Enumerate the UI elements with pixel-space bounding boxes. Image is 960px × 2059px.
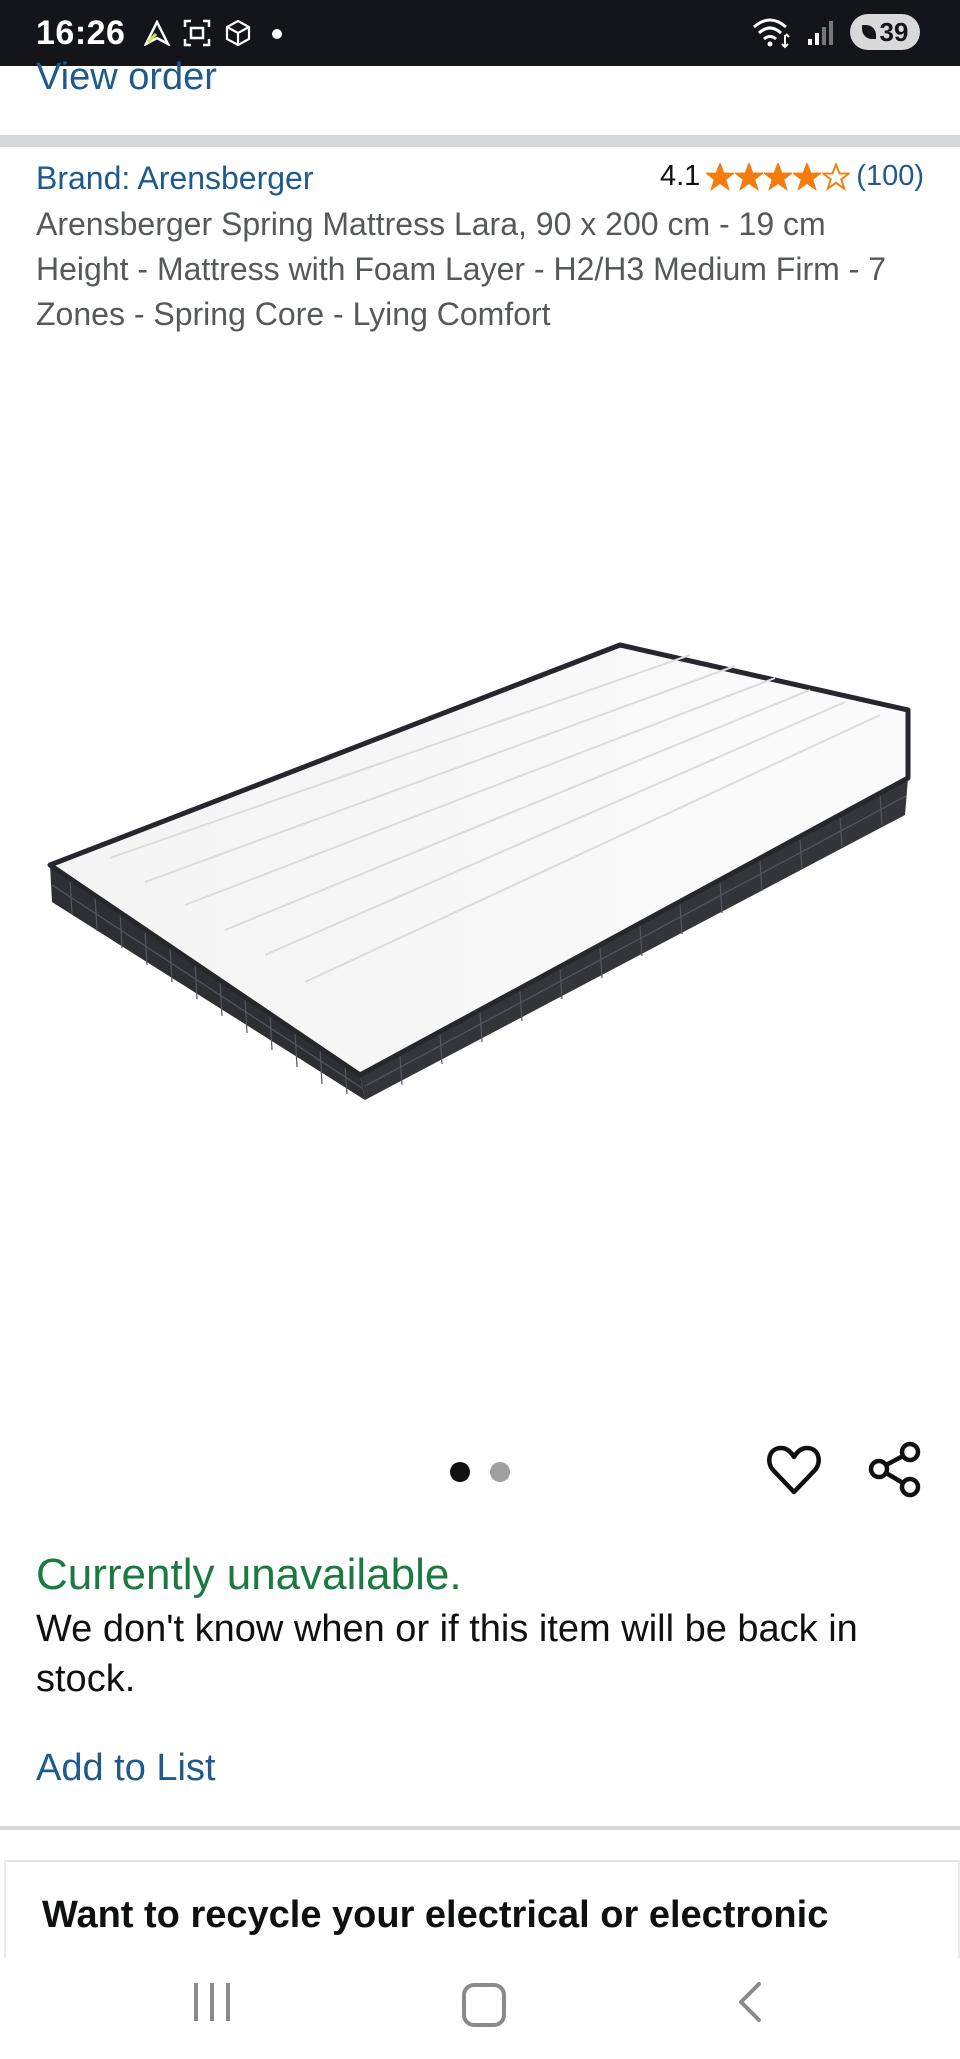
carousel-dot[interactable] <box>490 1462 510 1482</box>
brand-link[interactable]: Brand: Arensberger <box>36 160 314 197</box>
recents-icon[interactable] <box>194 1983 230 2021</box>
back-icon[interactable] <box>735 1980 765 2024</box>
star-icon <box>822 162 851 191</box>
carousel-dot-active[interactable] <box>450 1462 470 1482</box>
battery-icon: 39 <box>850 14 920 50</box>
rating-score: 4.1 <box>659 160 701 192</box>
navigation-icon <box>144 20 170 46</box>
status-icons-left <box>144 18 290 48</box>
home-icon[interactable] <box>462 1983 506 2027</box>
heart-icon[interactable] <box>765 1440 823 1498</box>
wifi-icon <box>753 18 790 49</box>
product-image[interactable] <box>0 620 960 1100</box>
screenshot-icon <box>183 19 211 47</box>
rating-count[interactable]: (100) <box>856 160 924 193</box>
section-divider <box>0 135 960 147</box>
recycle-heading[interactable]: Want to recycle your electrical or elect… <box>42 1894 828 1937</box>
share-icon[interactable] <box>866 1440 924 1498</box>
star-icon <box>764 162 793 191</box>
rating-summary[interactable]: 4.1 (100) <box>660 160 924 193</box>
section-divider <box>0 1826 960 1830</box>
status-time: 16:26 <box>36 14 126 52</box>
star-icon <box>793 162 822 191</box>
dot-icon <box>272 29 282 39</box>
star-icon <box>706 162 735 191</box>
signal-icon <box>808 21 833 45</box>
product-title: Arensberger Spring Mattress Lara, 90 x 2… <box>36 206 886 332</box>
cube-icon <box>225 19 251 47</box>
star-icon <box>735 162 764 191</box>
status-icons-right: 39 <box>752 14 920 50</box>
add-to-list-link[interactable]: Add to List <box>36 1747 216 1790</box>
star-rating <box>706 162 851 191</box>
leaf-icon <box>861 25 876 39</box>
battery-level: 39 <box>879 16 909 47</box>
availability-note: We don't know when or if this item will … <box>36 1608 858 1700</box>
availability-status: Currently unavailable. <box>36 1550 462 1599</box>
view-order-link[interactable]: View order <box>36 56 217 99</box>
